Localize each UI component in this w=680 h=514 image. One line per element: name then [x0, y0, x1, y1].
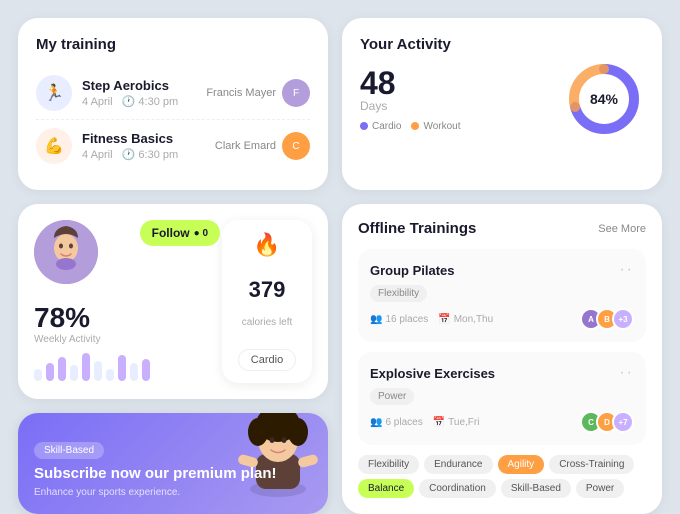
group-pilates-meta: 👥 16 places 📅 Mon,Thu A B +3 — [370, 308, 634, 330]
group-pilates-name: Group Pilates — [370, 263, 455, 278]
profile-card: Follow ● 0 78% Weekly Activity — [18, 204, 328, 399]
donut-percent: 84% — [590, 91, 618, 107]
profile-left: Follow ● 0 78% Weekly Activity — [34, 220, 210, 383]
group-pilates-tag: Flexibility — [370, 285, 427, 302]
trainer-avatar: F — [282, 79, 310, 107]
bar — [142, 359, 150, 381]
explosive-meta: 👥 6 places 📅 Tue,Fri C D +7 — [370, 411, 634, 433]
calories-number: 379 — [249, 277, 286, 303]
category-tag[interactable]: Coordination — [419, 479, 496, 498]
fire-icon: 🔥 — [253, 232, 280, 258]
your-activity-card: Your Activity 48 Days Cardio Workout — [342, 18, 662, 190]
step-aerobics-info: Step Aerobics 4 April 🕐 4:30 pm — [82, 78, 206, 108]
category-tags: Flexibility Endurance AgilityCross-Trainin… — [358, 455, 646, 498]
training-item: 🏃 Step Aerobics 4 April 🕐 4:30 pm Franci… — [36, 67, 310, 120]
weekly-activity-label: Weekly Activity — [34, 334, 101, 345]
bar — [82, 353, 90, 381]
category-tag[interactable]: Agility — [498, 455, 545, 474]
bar — [34, 369, 42, 381]
bar — [106, 369, 114, 381]
trainer-avatar: C — [282, 132, 310, 160]
activity-donut: 84% — [564, 59, 644, 139]
explosive-exercises-card: Explosive Exercises ·· Power 👥 6 places … — [358, 352, 646, 445]
fitness-basics-meta: 4 April 🕐 6:30 pm — [82, 148, 215, 161]
extra-avatars-count: +7 — [612, 411, 634, 433]
subscribe-card: Skill-Based Subscribe now our premium pl… — [18, 413, 328, 514]
fitness-basics-name: Fitness Basics — [82, 131, 215, 146]
bar — [70, 365, 78, 381]
my-training-card: My training 🏃 Step Aerobics 4 April 🕐 4:… — [18, 18, 328, 190]
step-aerobics-icon: 🏃 — [36, 75, 72, 111]
group-pilates-header: Group Pilates ·· — [370, 261, 634, 279]
category-tag[interactable]: Endurance — [424, 455, 492, 474]
skill-badge: Skill-Based — [34, 442, 104, 459]
follow-count-badge: ● 0 — [194, 228, 208, 239]
group-pilates-menu[interactable]: ·· — [619, 261, 634, 279]
category-tag[interactable]: Power — [576, 479, 624, 498]
profile-avatar — [34, 220, 98, 284]
my-training-title: My training — [36, 36, 310, 53]
category-tag[interactable]: Balance — [358, 479, 414, 498]
offline-header: Offline Trainings See More — [358, 220, 646, 237]
cardio-dot — [360, 122, 368, 130]
weekly-activity-percent: 78% — [34, 302, 90, 334]
explosive-header: Explosive Exercises ·· — [370, 364, 634, 382]
explosive-avatars: C D +7 — [580, 411, 634, 433]
bar — [46, 363, 54, 381]
workout-dot — [411, 122, 419, 130]
bar — [130, 363, 138, 381]
explosive-tag: Power — [370, 388, 414, 405]
cardio-legend: Cardio — [360, 121, 401, 132]
follow-button[interactable]: Follow ● 0 — [140, 220, 220, 246]
step-aerobics-name: Step Aerobics — [82, 78, 206, 93]
activity-title: Your Activity — [360, 36, 644, 53]
step-aerobics-meta: 4 April 🕐 4:30 pm — [82, 95, 206, 108]
subscribe-text: Skill-Based Subscribe now our premium pl… — [34, 440, 312, 498]
days-label: Days — [360, 99, 461, 113]
bar — [118, 355, 126, 381]
activity-days: 48 Days Cardio Workout — [360, 67, 461, 132]
extra-avatars-count: +3 — [612, 308, 634, 330]
see-more-button[interactable]: See More — [598, 223, 646, 235]
group-pilates-avatars: A B +3 — [580, 308, 634, 330]
fitness-basics-trainer: Clark Emard C — [215, 132, 310, 160]
workout-legend: Workout — [411, 121, 460, 132]
calories-label: calories left — [242, 317, 293, 328]
activity-legend: Cardio Workout — [360, 121, 461, 132]
bar — [58, 357, 66, 381]
fitness-basics-icon: 💪 — [36, 128, 72, 164]
subscribe-subtitle: Enhance your sports experience. — [34, 487, 312, 498]
offline-title: Offline Trainings — [358, 220, 476, 237]
cardio-badge[interactable]: Cardio — [238, 349, 296, 371]
offline-trainings-card: Offline Trainings See More Group Pilates… — [342, 204, 662, 514]
calories-card: 🔥 379 calories left Cardio — [222, 220, 312, 383]
subscribe-title: Subscribe now our premium plan! — [34, 465, 312, 483]
explosive-menu[interactable]: ·· — [619, 364, 634, 382]
step-aerobics-trainer: Francis Mayer F — [206, 79, 310, 107]
training-item: 💪 Fitness Basics 4 April 🕐 6:30 pm Clark… — [36, 120, 310, 172]
bar — [94, 361, 102, 381]
days-number: 48 — [360, 67, 461, 99]
activity-bars — [34, 353, 150, 381]
activity-content: 48 Days Cardio Workout — [360, 59, 644, 139]
group-pilates-card: Group Pilates ·· Flexibility 👥 16 places… — [358, 249, 646, 342]
fitness-basics-info: Fitness Basics 4 April 🕐 6:30 pm — [82, 131, 215, 161]
category-tag[interactable]: Flexibility — [358, 455, 419, 474]
category-tag[interactable]: Skill-Based — [501, 479, 571, 498]
group-pilates-info: 👥 16 places 📅 Mon,Thu — [370, 314, 493, 325]
category-tag[interactable]: Cross-Training — [549, 455, 634, 474]
explosive-name: Explosive Exercises — [370, 366, 495, 381]
explosive-info: 👥 6 places 📅 Tue,Fri — [370, 417, 479, 428]
